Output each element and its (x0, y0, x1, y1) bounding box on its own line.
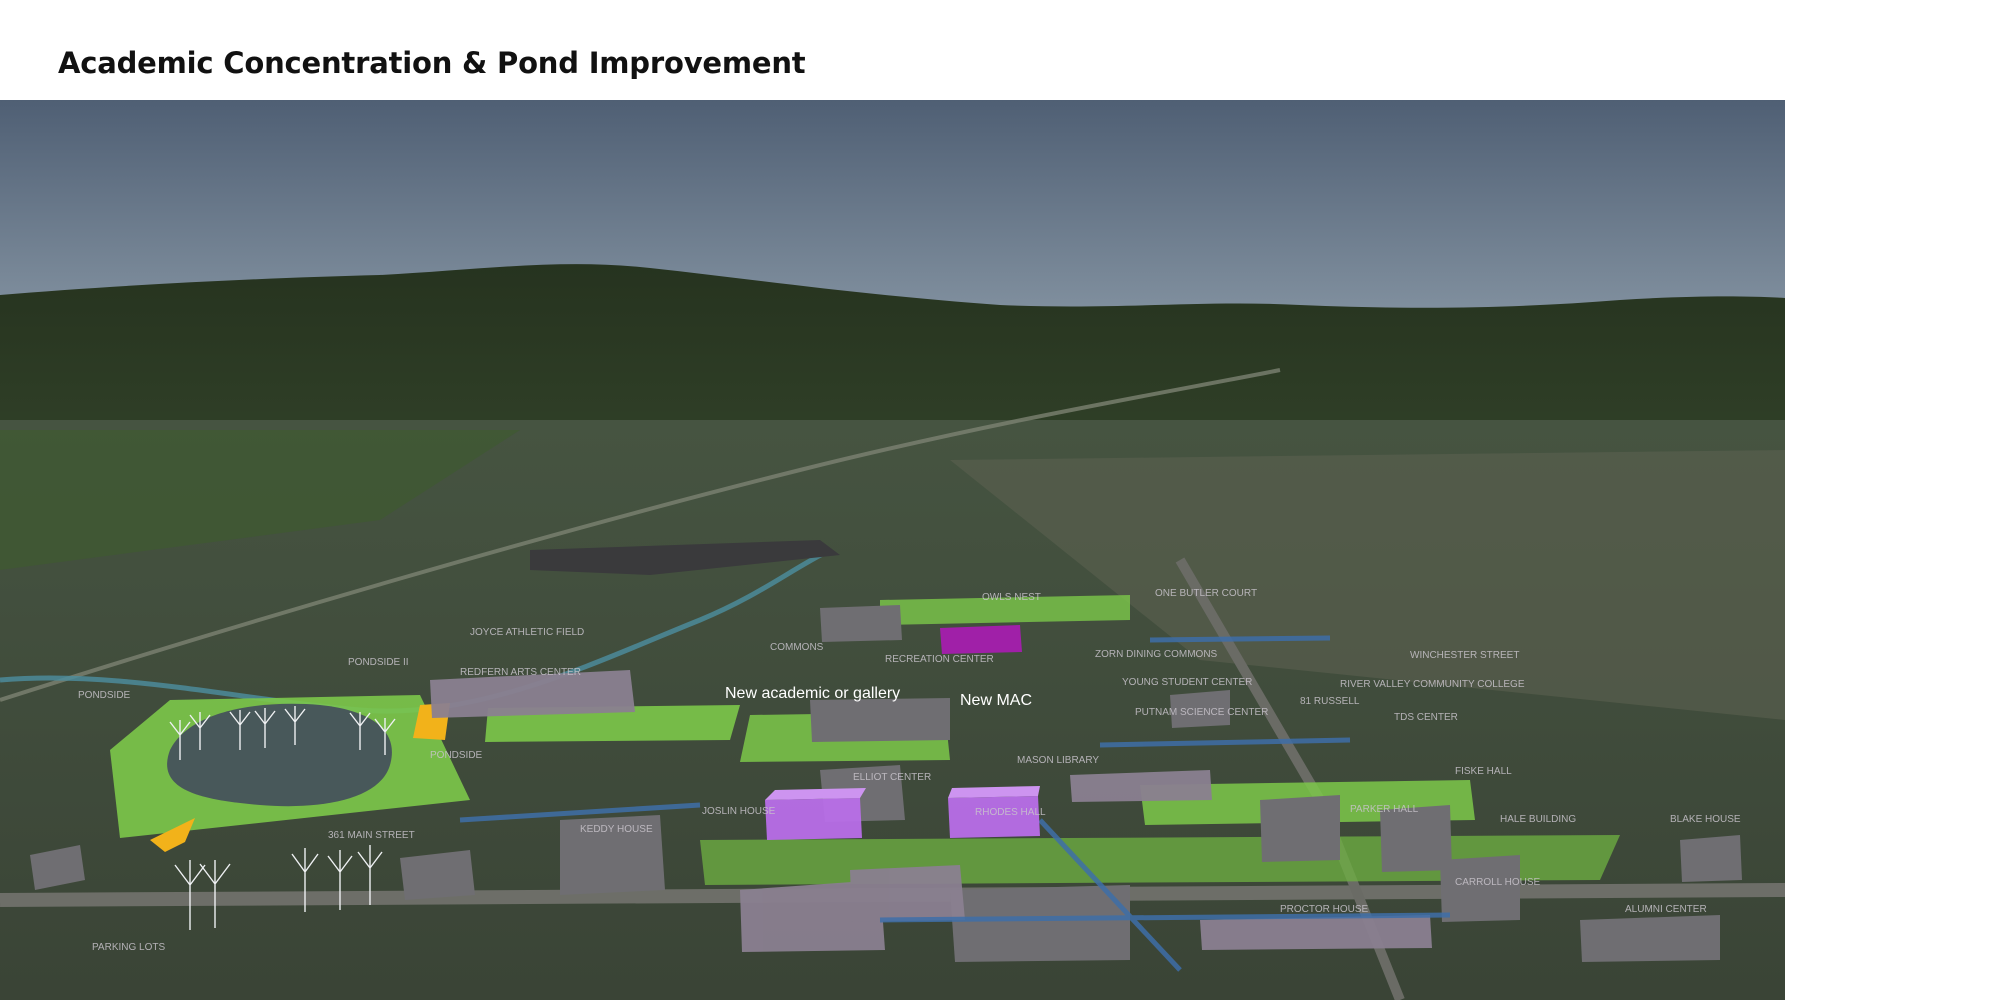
label-pondside-east: PONDSIDE (430, 750, 483, 761)
label-river-valley-community-college: RIVER VALLEY COMMUNITY COLLEGE (1340, 679, 1525, 690)
page-title: Academic Concentration & Pond Improvemen… (58, 46, 806, 80)
label-fiske-hall: FISKE HALL (1455, 766, 1512, 777)
label-redfern-arts-center: REDFERN ARTS CENTER (460, 667, 581, 678)
label-361-main-street: 361 MAIN STREET (328, 830, 415, 841)
label-parker-hall: PARKER HALL (1350, 804, 1419, 815)
label-parking-lots: PARKING LOTS (92, 942, 165, 953)
label-elliot-center: ELLIOT CENTER (853, 772, 931, 783)
label-keddy-house: KEDDY HOUSE (580, 824, 653, 835)
proposed-new-academic (765, 788, 866, 840)
campus-aerial-map: New academic or gallery New MAC JOYCE AT… (0, 100, 1785, 1000)
label-rhodes-hall: RHODES HALL (975, 807, 1046, 818)
label-blake-house: BLAKE HOUSE (1670, 814, 1741, 825)
label-81-russell: 81 RUSSELL (1300, 696, 1360, 707)
callout-new-academic: New academic or gallery (725, 685, 900, 702)
label-owls-nest: OWLS NEST (982, 592, 1041, 603)
label-zorn-dining-commons: ZORN DINING COMMONS (1095, 649, 1218, 660)
label-hale-building: HALE BUILDING (1500, 814, 1576, 825)
label-commons: COMMONS (770, 642, 824, 653)
label-recreation-center: RECREATION CENTER (885, 654, 994, 665)
label-tds-center: TDS CENTER (1394, 712, 1458, 723)
label-mason-library: MASON LIBRARY (1017, 755, 1099, 766)
label-alumni-center: ALUMNI CENTER (1625, 904, 1707, 915)
label-pondside-ii: PONDSIDE II (348, 657, 409, 668)
owls-nest-block (940, 625, 1022, 654)
label-joyce-athletic-field: JOYCE ATHLETIC FIELD (470, 627, 584, 638)
label-joslin-house: JOSLIN HOUSE (702, 806, 776, 817)
label-winchester-street: WINCHESTER STREET (1410, 650, 1519, 661)
aerial-view: New academic or gallery New MAC JOYCE AT… (0, 100, 1785, 1000)
label-young-student-center: YOUNG STUDENT CENTER (1122, 677, 1252, 688)
label-carroll-house: CARROLL HOUSE (1455, 877, 1541, 888)
label-pondside-west: PONDSIDE (78, 690, 131, 701)
label-proctor-house: PROCTOR HOUSE (1280, 904, 1368, 915)
callout-new-mac: New MAC (960, 692, 1032, 709)
label-one-butler-court: ONE BUTLER COURT (1155, 588, 1257, 599)
label-putnam-science-center: PUTNAM SCIENCE CENTER (1135, 707, 1268, 718)
